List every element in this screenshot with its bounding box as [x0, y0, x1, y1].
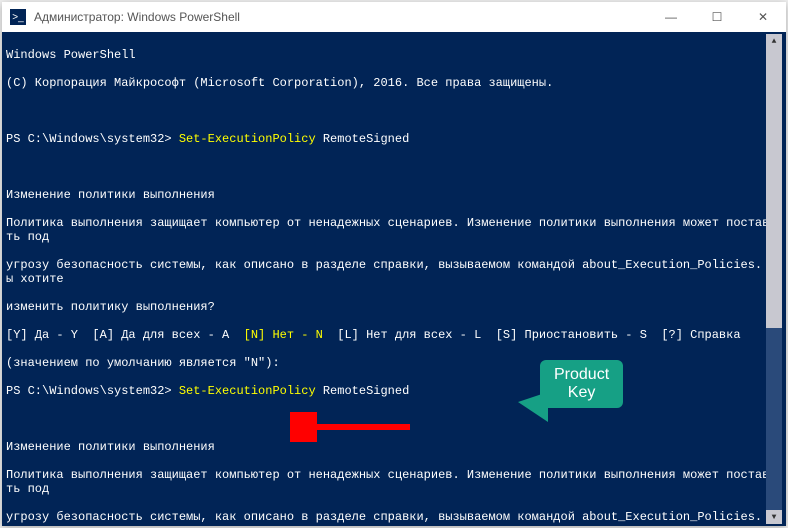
window-title: Администратор: Windows PowerShell — [34, 10, 648, 24]
powershell-window: >_ Администратор: Windows PowerShell — ☐… — [2, 2, 786, 526]
text-line: Изменение политики выполнения — [6, 188, 782, 202]
text-line: Изменение политики выполнения — [6, 440, 782, 454]
prompt-line: PS C:\Windows\system32> Set-ExecutionPol… — [6, 384, 782, 398]
text-line — [6, 104, 782, 118]
text-line — [6, 412, 782, 426]
text-line — [6, 160, 782, 174]
text-line: Политика выполнения защищает компьютер о… — [6, 216, 782, 244]
prompt-line: PS C:\Windows\system32> Set-ExecutionPol… — [6, 132, 782, 146]
vertical-scrollbar[interactable]: ▲ ▼ — [766, 34, 782, 524]
callout-text: Key — [554, 384, 609, 402]
scroll-down-button[interactable]: ▼ — [766, 510, 782, 524]
callout-text: Product — [554, 366, 609, 384]
scrollbar-thumb[interactable] — [766, 48, 782, 328]
minimize-button[interactable]: — — [648, 2, 694, 32]
product-key-callout: Product Key — [540, 360, 623, 408]
maximize-button[interactable]: ☐ — [694, 2, 740, 32]
text-line: изменить политику выполнения? — [6, 300, 782, 314]
options-line: [Y] Да - Y [A] Да для всех - A [N] Нет -… — [6, 328, 782, 342]
title-bar[interactable]: >_ Администратор: Windows PowerShell — ☐… — [2, 2, 786, 32]
text-line: Windows PowerShell — [6, 48, 782, 62]
text-line: угрозу безопасность системы, как описано… — [6, 258, 782, 286]
scroll-up-button[interactable]: ▲ — [766, 34, 782, 48]
powershell-icon: >_ — [10, 9, 26, 25]
text-line: (C) Корпорация Майкрософт (Microsoft Cor… — [6, 76, 782, 90]
terminal-content[interactable]: Windows PowerShell (C) Корпорация Майкро… — [2, 32, 786, 526]
text-line: Политика выполнения защищает компьютер о… — [6, 468, 782, 496]
text-line: (значением по умолчанию является "N"): — [6, 356, 782, 370]
text-line: угрозу безопасность системы, как описано… — [6, 510, 782, 526]
close-button[interactable]: ✕ — [740, 2, 786, 32]
